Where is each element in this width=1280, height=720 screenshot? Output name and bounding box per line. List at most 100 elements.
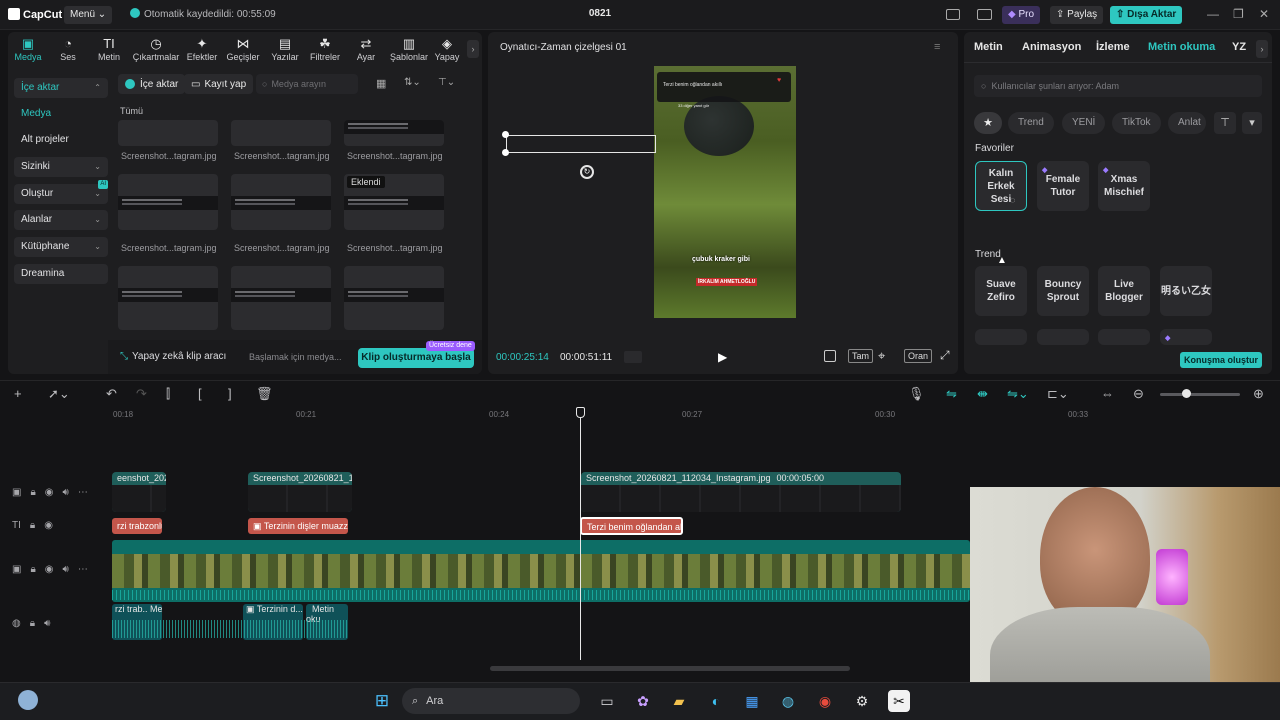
voice-card-favorite[interactable]: ◆ Female Tutor bbox=[1037, 161, 1089, 211]
trim-left-icon[interactable]: [ bbox=[198, 386, 202, 401]
media-thumbnail[interactable] bbox=[118, 266, 218, 330]
tab-ai[interactable]: YZ bbox=[1232, 41, 1246, 53]
video-clip[interactable]: eenshot_20260 bbox=[112, 472, 166, 512]
zoom-in-icon[interactable]: ⊕ bbox=[1253, 386, 1264, 402]
media-thumbnail[interactable] bbox=[344, 120, 444, 146]
chip-narrate[interactable]: Anlat bbox=[1168, 112, 1206, 134]
taskbar-search[interactable]: ⌕ Ara bbox=[402, 688, 580, 714]
store-icon[interactable]: ▦ bbox=[741, 690, 763, 712]
tool-ai[interactable]: ◈ Yapay bbox=[429, 36, 465, 62]
keyboard-icon[interactable] bbox=[977, 9, 992, 20]
lock-icon[interactable]: 🔒︎ bbox=[30, 564, 35, 575]
record-button[interactable]: ▭ Kayıt yap bbox=[184, 74, 254, 94]
text-selection-box[interactable] bbox=[506, 135, 656, 153]
voice-card-trend[interactable] bbox=[1037, 329, 1089, 345]
voice-card-trend[interactable]: Suave Zefiro bbox=[975, 266, 1027, 316]
tool-effects[interactable]: ✦ Efektler bbox=[182, 36, 222, 62]
maximize-icon[interactable]: ❐ bbox=[1233, 7, 1244, 21]
tool-captions[interactable]: ▤ Yazılar bbox=[265, 36, 305, 62]
more-icon[interactable]: ⋯ bbox=[78, 487, 88, 498]
edge-icon[interactable]: ◐ bbox=[705, 690, 727, 712]
grid-view-icon[interactable]: ▦ bbox=[376, 77, 386, 90]
delete-icon[interactable]: 🗑 bbox=[256, 386, 273, 402]
preview-axis-icon[interactable]: ⊏⌄ bbox=[1047, 386, 1069, 402]
create-clip-button[interactable]: Klip oluşturmaya başla bbox=[358, 348, 474, 368]
capcut-taskbar-icon[interactable]: ✂ bbox=[888, 690, 910, 712]
full-quality-button[interactable]: Tam bbox=[848, 349, 874, 363]
undo-icon[interactable]: ↶ bbox=[106, 386, 117, 402]
tool-templates[interactable]: ▥ Şablonlar bbox=[387, 36, 431, 62]
crop-icon[interactable] bbox=[824, 350, 836, 362]
media-thumbnail[interactable] bbox=[231, 266, 331, 330]
sidebar-item-yours[interactable]: Sizinki ⌄ bbox=[14, 157, 108, 177]
timeline-scrollbar[interactable] bbox=[490, 666, 850, 671]
voice-card-trend[interactable]: 明るい乙女 bbox=[1160, 266, 1212, 316]
tool-text[interactable]: TI Metin bbox=[89, 36, 129, 62]
media-search-input[interactable]: ○ Medya arayın bbox=[256, 74, 358, 94]
fullscreen-icon[interactable]: ⤢ bbox=[940, 348, 950, 363]
sidebar-item-subprojects[interactable]: Alt projeler bbox=[14, 130, 108, 150]
weather-icon[interactable] bbox=[18, 690, 38, 710]
volume-icon[interactable]: 🔊︎ bbox=[63, 487, 69, 498]
rotate-handle-icon[interactable]: ↻ bbox=[580, 165, 594, 179]
tab-text[interactable]: Metin bbox=[974, 41, 1003, 53]
volume-icon[interactable]: 🔊︎ bbox=[44, 618, 50, 629]
tab-animation[interactable]: Animasyon bbox=[1022, 41, 1081, 53]
voice-card-trend[interactable]: Live Blogger bbox=[1098, 266, 1150, 316]
chrome-icon[interactable]: ◉ bbox=[814, 690, 836, 712]
tab-text-to-speech[interactable]: Metin okuma bbox=[1148, 41, 1215, 53]
tool-media[interactable]: ▣ Medya bbox=[8, 36, 48, 62]
text-clip[interactable]: rzi trabzonlu bbox=[112, 518, 162, 534]
resize-handle[interactable] bbox=[502, 131, 509, 138]
resize-handle[interactable] bbox=[502, 149, 509, 156]
filter-icon[interactable]: ⊤⌄ bbox=[438, 77, 455, 88]
eye-icon[interactable]: ◉ bbox=[45, 487, 54, 498]
settings-app-icon[interactable]: ⚙ bbox=[851, 690, 873, 712]
sidebar-item-spaces[interactable]: Alanlar ⌄ bbox=[14, 210, 108, 230]
media-thumbnail[interactable]: Eklendi bbox=[344, 174, 444, 230]
volume-icon[interactable]: 🔊︎ bbox=[63, 564, 69, 575]
playhead[interactable] bbox=[580, 408, 581, 660]
lock-icon[interactable]: 🔒︎ bbox=[30, 520, 35, 531]
tool-audio[interactable]: ◔ Ses bbox=[48, 36, 88, 62]
video-clip[interactable]: Screenshot_20260821_112 bbox=[248, 472, 352, 512]
chip-trend[interactable]: Trend bbox=[1008, 112, 1054, 134]
audio-clip[interactable]: Metin oku bbox=[306, 604, 348, 640]
star-icon[interactable]: ★ bbox=[974, 112, 1002, 134]
select-tool-icon[interactable]: ➚⌄ bbox=[48, 386, 70, 402]
text-clip-selected[interactable]: Terzi benim oğlandan akıl bbox=[580, 517, 683, 535]
tab-tracking[interactable]: İzleme bbox=[1096, 41, 1130, 53]
voice-card-trend[interactable]: Bouncy Sprout bbox=[1037, 266, 1089, 316]
export-button[interactable]: ⇧ Dışa Aktar bbox=[1110, 6, 1183, 24]
chip-new[interactable]: YENİ bbox=[1062, 112, 1106, 134]
playhead-handle[interactable] bbox=[576, 407, 585, 418]
auto-snap-icon[interactable]: ⇼ bbox=[977, 386, 988, 402]
chevron-right-icon[interactable]: › bbox=[1256, 40, 1268, 58]
tool-transitions[interactable]: ⋈ Geçişler bbox=[223, 36, 263, 62]
chevron-right-icon[interactable]: › bbox=[467, 40, 479, 58]
eye-icon[interactable]: ◉ bbox=[44, 520, 53, 531]
hamburger-menu-icon[interactable]: ≡ bbox=[934, 41, 940, 53]
audio-clip[interactable]: ▣ Terzinin d... bbox=[243, 604, 303, 640]
file-explorer-icon[interactable]: ▰ bbox=[668, 690, 690, 712]
globe-icon[interactable]: ◍ bbox=[777, 690, 799, 712]
link-icon[interactable]: ⇋⌄ bbox=[1007, 386, 1029, 402]
eye-icon[interactable]: ◉ bbox=[45, 564, 54, 575]
trim-right-icon[interactable]: ] bbox=[228, 386, 232, 401]
main-video-track[interactable] bbox=[112, 540, 970, 602]
media-thumbnail[interactable] bbox=[344, 266, 444, 330]
voice-card-trend[interactable] bbox=[975, 329, 1027, 345]
sidebar-item-media[interactable]: Medya bbox=[14, 104, 108, 124]
redo-icon[interactable]: ↷ bbox=[136, 386, 147, 402]
lock-icon[interactable]: 🔒︎ bbox=[30, 487, 35, 498]
audio-clip[interactable]: Me bbox=[148, 604, 162, 640]
video-clip[interactable]: Screenshot_20260821_112034_Instagram.jpg… bbox=[581, 472, 901, 512]
voice-card-favorite[interactable]: Kalın Erkek Sesi ◌ bbox=[975, 161, 1027, 211]
ai-clip-tool[interactable]: ⤡ Yapay zekâ klip aracı bbox=[120, 351, 226, 362]
generate-speech-button[interactable]: Konuşma oluştur bbox=[1180, 352, 1262, 368]
sidebar-item-create[interactable]: Oluştur ⌄ AI bbox=[14, 180, 108, 204]
sidebar-item-library[interactable]: Kütüphane ⌄ bbox=[14, 237, 108, 257]
microphone-icon[interactable]: 🎙 bbox=[908, 386, 925, 402]
fit-icon[interactable]: ⇔ bbox=[1101, 386, 1114, 401]
menu-button[interactable]: Menü ⌄ bbox=[64, 6, 113, 24]
